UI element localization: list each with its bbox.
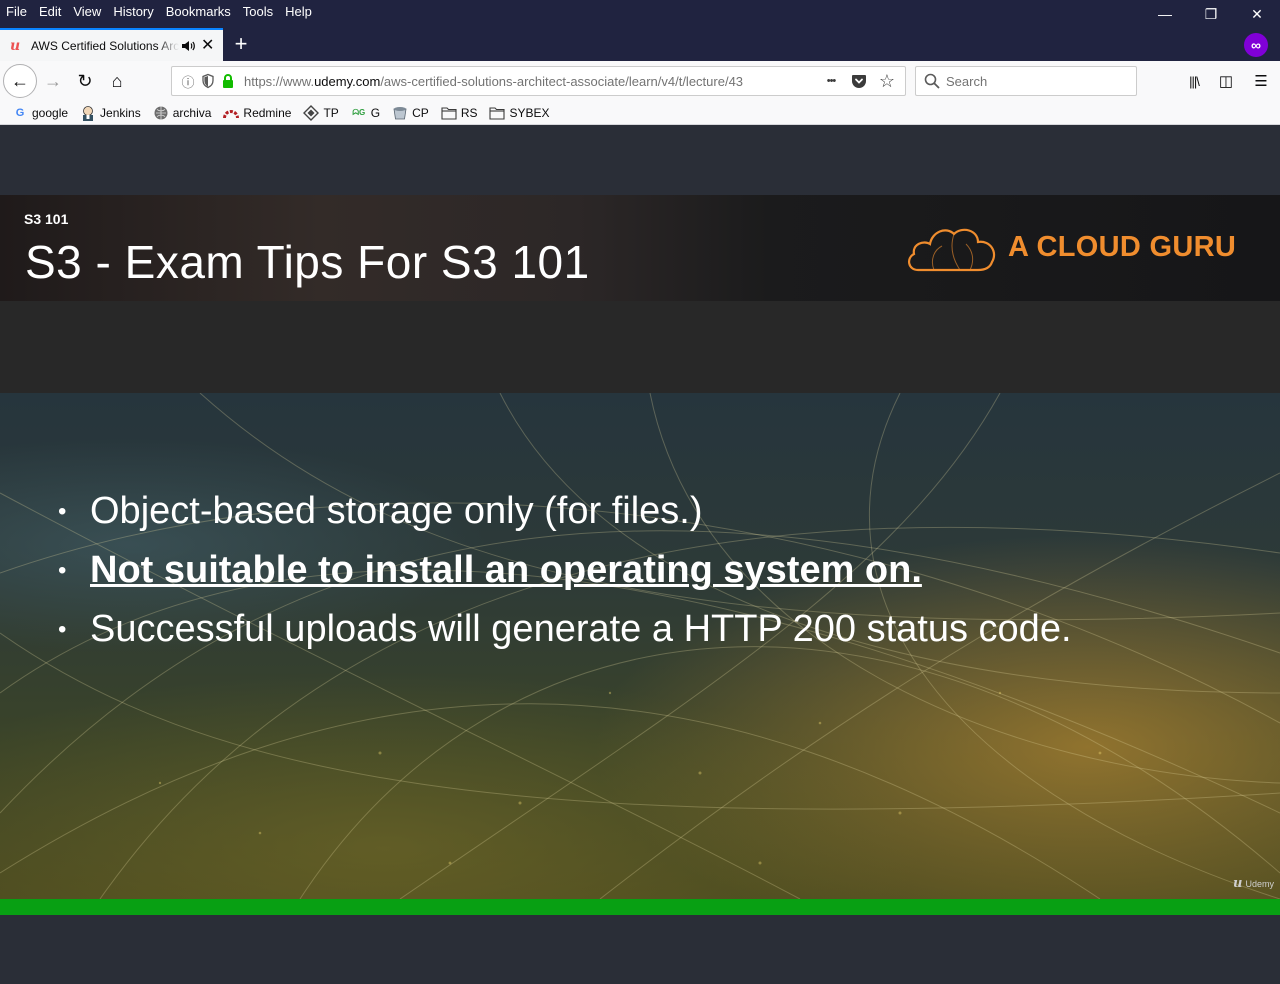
speaker-icon[interactable] xyxy=(181,39,195,53)
bullet-item: • Not suitable to install an operating s… xyxy=(58,541,1072,600)
restore-button[interactable]: ❐ xyxy=(1188,0,1234,28)
bookmarks-bar: G google Jenkins archiva Redmine TP ᗣG G xyxy=(0,101,1280,125)
tp-icon xyxy=(303,104,320,121)
bookmark-redmine[interactable]: Redmine xyxy=(223,105,291,121)
menu-history[interactable]: History xyxy=(107,4,159,19)
library-icon[interactable]: |||\ xyxy=(1178,66,1210,96)
menu-edit[interactable]: Edit xyxy=(33,4,67,19)
menu-file[interactable]: File xyxy=(0,4,33,19)
lock-icon[interactable] xyxy=(220,73,236,89)
google-icon: G xyxy=(15,106,25,119)
sidebar-icon[interactable]: ◫ xyxy=(1210,66,1242,96)
archiva-icon xyxy=(154,106,168,119)
g-icon: ᗣG xyxy=(352,107,366,117)
bullet-dot: • xyxy=(58,556,67,584)
bullet-text: Successful uploads will generate a HTTP … xyxy=(90,608,1072,650)
video-progress-bar[interactable] xyxy=(0,899,1280,915)
home-button[interactable]: ⌂ xyxy=(102,66,132,96)
search-icon xyxy=(924,73,940,89)
tab-udemy-course[interactable]: u AWS Certified Solutions Architect ✕ xyxy=(0,28,223,61)
url-actions: ••• ☆ xyxy=(817,67,901,95)
bullet-text: Not suitable to install an operating sys… xyxy=(90,549,922,591)
bullet-item: • Successful uploads will generate a HTT… xyxy=(58,600,1072,659)
bookmark-rs[interactable]: RS xyxy=(441,105,477,121)
bookmark-tp[interactable]: TP xyxy=(303,104,339,121)
close-tab-icon[interactable]: ✕ xyxy=(201,37,214,53)
jenkins-icon xyxy=(83,105,94,121)
brand-wordmark: A CLOUD GURU xyxy=(1008,231,1237,263)
cloud-logo-icon xyxy=(908,228,996,272)
tracking-shield-icon[interactable] xyxy=(200,73,216,89)
bookmark-jenkins[interactable]: Jenkins xyxy=(80,105,141,121)
url-bar[interactable]: ⓘ https://www.udemy.com/aws-certified-so… xyxy=(171,66,906,96)
minimize-button[interactable]: — xyxy=(1142,0,1188,28)
menu-help[interactable]: Help xyxy=(279,4,318,19)
slide-kicker: S3 101 xyxy=(24,211,69,227)
bullet-list: • Object-based storage only (for files.)… xyxy=(58,482,1072,659)
bookmark-star-icon[interactable]: ☆ xyxy=(873,67,901,95)
title-bar: File Edit View History Bookmarks Tools H… xyxy=(0,0,1280,61)
back-button[interactable]: ← xyxy=(3,64,37,98)
private-browsing-mask-icon[interactable]: ∞ xyxy=(1244,33,1268,57)
window-controls: — ❐ ✕ xyxy=(1142,0,1280,28)
search-placeholder: Search xyxy=(946,73,988,89)
page-actions-icon[interactable]: ••• xyxy=(817,67,845,95)
new-tab-button[interactable]: + xyxy=(226,30,256,58)
forward-button[interactable]: → xyxy=(38,66,68,96)
slide-title: S3 - Exam Tips For S3 101 xyxy=(25,236,590,288)
info-icon[interactable]: ⓘ xyxy=(180,73,196,90)
bookmark-cp[interactable]: CP xyxy=(392,105,429,121)
hamburger-menu-icon[interactable]: ☰ xyxy=(1242,66,1280,96)
bullet-dot: • xyxy=(58,497,67,525)
redmine-icon xyxy=(223,109,240,118)
udemy-watermark: u Udemy xyxy=(1233,876,1274,891)
menu-bar: File Edit View History Bookmarks Tools H… xyxy=(0,0,318,22)
udemy-logo-icon: u xyxy=(1233,876,1243,891)
pocket-icon[interactable] xyxy=(845,67,873,95)
navigation-toolbar: ← → ↻ ⌂ ⓘ https://www.udemy.com/aws-cert… xyxy=(0,61,1280,101)
search-bar[interactable]: Search xyxy=(915,66,1137,96)
slide-divider-band xyxy=(0,301,1280,393)
reload-button[interactable]: ↻ xyxy=(70,66,100,96)
bookmark-g[interactable]: ᗣG G xyxy=(351,105,380,121)
folder-icon xyxy=(489,106,506,120)
menu-tools[interactable]: Tools xyxy=(237,4,279,19)
cp-icon xyxy=(393,106,407,119)
bullet-dot: • xyxy=(58,615,67,643)
close-window-button[interactable]: ✕ xyxy=(1234,0,1280,28)
bookmark-archiva[interactable]: archiva xyxy=(153,105,211,121)
menu-view[interactable]: View xyxy=(67,4,107,19)
bullet-text: Object-based storage only (for files.) xyxy=(90,490,703,532)
video-player[interactable]: S3 101 S3 - Exam Tips For S3 101 A CLOUD… xyxy=(0,125,1280,984)
menu-bookmarks[interactable]: Bookmarks xyxy=(160,4,237,19)
url-text[interactable]: https://www.udemy.com/aws-certified-solu… xyxy=(244,74,789,89)
tab-title: AWS Certified Solutions Architect xyxy=(31,38,179,53)
folder-icon xyxy=(441,106,457,120)
bullet-item: • Object-based storage only (for files.) xyxy=(58,482,1072,541)
bookmark-sybex[interactable]: SYBEX xyxy=(489,105,550,121)
bookmark-google[interactable]: G google xyxy=(12,105,68,121)
udemy-favicon-icon: u xyxy=(10,37,21,54)
right-toolbar: |||\ ◫ ☰ xyxy=(1178,66,1280,96)
